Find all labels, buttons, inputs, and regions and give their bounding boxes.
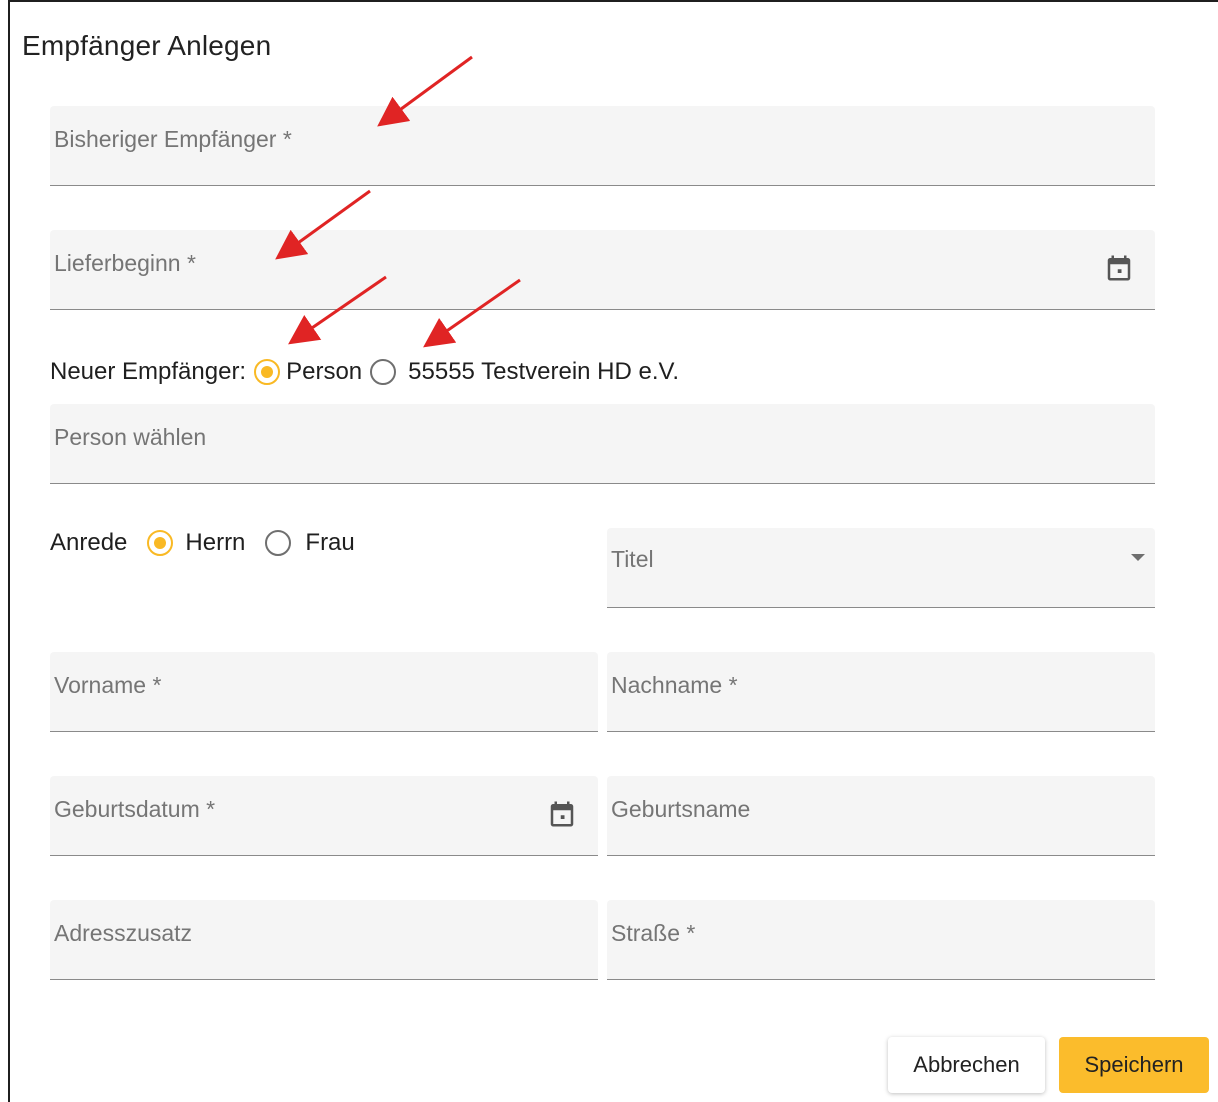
radio-dot <box>154 537 167 549</box>
dialog-title: Empfänger Anlegen <box>22 30 272 61</box>
radio-testverein[interactable] <box>370 359 397 385</box>
salutation-row: Anrede Herrn Frau <box>50 529 355 557</box>
radio-frau-label[interactable]: Frau <box>305 529 354 557</box>
birth-name-field[interactable]: Geburtsname <box>607 776 1155 856</box>
previous-recipient-label: Bisheriger Empfänger * <box>54 126 292 152</box>
calendar-icon[interactable] <box>1104 252 1134 284</box>
birth-name-label: Geburtsname <box>611 796 751 822</box>
new-recipient-label: Neuer Empfänger: <box>50 358 247 385</box>
radio-dot <box>261 366 274 378</box>
radio-testverein-label[interactable]: 55555 Testverein HD e.V. <box>408 358 679 386</box>
radio-person-label[interactable]: Person <box>286 358 362 386</box>
delivery-start-field[interactable]: Lieferbeginn * <box>50 230 1155 310</box>
title-select-label: Titel <box>611 546 654 572</box>
last-name-label: Nachname * <box>611 672 738 698</box>
last-name-field[interactable]: Nachname * <box>607 652 1155 732</box>
address-addition-field[interactable]: Adresszusatz <box>50 900 598 980</box>
street-field[interactable]: Straße * <box>607 900 1155 980</box>
delivery-start-label: Lieferbeginn * <box>54 250 196 276</box>
first-name-label: Vorname * <box>54 672 162 698</box>
dropdown-arrow-icon[interactable] <box>1131 554 1145 561</box>
radio-frau[interactable] <box>265 530 292 556</box>
calendar-icon[interactable] <box>547 798 577 830</box>
create-recipient-dialog: Empfänger Anlegen Bisheriger Empfänger *… <box>8 0 1218 1102</box>
radio-herrn[interactable] <box>147 530 174 556</box>
radio-herrn-label[interactable]: Herrn <box>185 529 245 557</box>
birth-date-field[interactable]: Geburtsdatum * <box>50 776 598 856</box>
salutation-label: Anrede <box>50 529 128 556</box>
select-person-label: Person wählen <box>54 424 207 450</box>
cancel-button[interactable]: Abbrechen <box>888 1037 1045 1093</box>
select-person-field[interactable]: Person wählen <box>50 404 1155 484</box>
previous-recipient-field[interactable]: Bisheriger Empfänger * <box>50 106 1155 186</box>
save-button[interactable]: Speichern <box>1059 1037 1209 1093</box>
new-recipient-row: Neuer Empfänger: Person 55555 Testverein… <box>50 358 679 386</box>
address-addition-label: Adresszusatz <box>54 920 193 946</box>
street-label: Straße * <box>611 920 696 946</box>
title-select[interactable]: Titel <box>607 528 1155 608</box>
radio-person[interactable] <box>254 359 281 385</box>
birth-date-label: Geburtsdatum * <box>54 796 216 822</box>
first-name-field[interactable]: Vorname * <box>50 652 598 732</box>
